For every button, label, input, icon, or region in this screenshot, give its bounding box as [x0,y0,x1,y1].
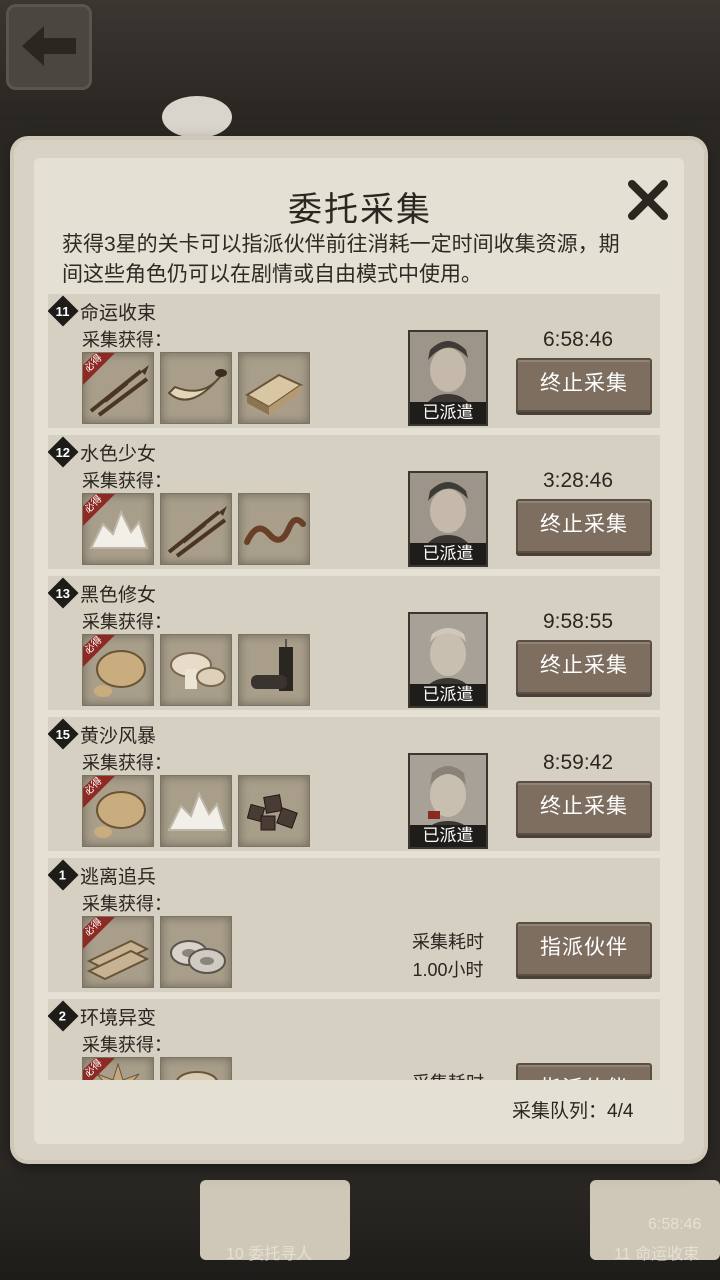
gather-timer: 6:58:46 [542,328,614,351]
dispatched-status: 已派遣 [410,684,486,706]
assign-companion-button[interactable]: 指派伙伴 [516,922,652,976]
bottom-left-text: 委托寻人 [248,1246,313,1263]
gather-timer: 3:28:46 [542,469,614,492]
companion-portrait[interactable]: 已派遣 [408,753,488,849]
dispatched-status: 已派遣 [410,543,486,565]
list-item: 2 环境异变 采集获得： 必得 采集耗时 指派伙伴 [48,999,660,1080]
reward-items: 必得 [82,634,310,706]
back-button[interactable] [6,4,92,90]
stage-number-badge: 2 [48,1000,79,1032]
bottom-card-right-label: 11 命运收束 [614,1240,699,1264]
stage-name: 环境异变 [80,1007,157,1029]
salt-crystal-icon[interactable]: 必得 [82,493,154,565]
dispatched-status: 已派遣 [410,402,486,424]
stage-header: 11 命运收束 [48,295,157,327]
list-item: 13 黑色修女 采集获得： 必得 已派遣 9:58:55 终止采集 [48,576,660,710]
list-item: 11 命运收束 采集获得： 必得 已派遣 6:58:46 终止采集 [48,294,660,428]
bottom-right-text: 命运收束 [635,1246,700,1263]
gather-queue-count: 采集队列：4/4 [512,1101,634,1122]
salt-crystal-icon[interactable] [160,775,232,847]
stage-number-badge: 11 [48,295,79,327]
list-item: 1 逃离追兵 采集获得： 必得 采集耗时 1.00小时 指派伙伴 [48,858,660,992]
stone-ore-icon[interactable]: 必得 [82,634,154,706]
stage-number-badge: 12 [48,436,79,468]
stage-name: 黑色修女 [80,584,157,606]
gather-duration-value: 1.00小时 [412,960,484,980]
bottom-right-time: 6:58:46 [648,1216,702,1233]
close-button[interactable] [624,176,672,224]
horn-icon[interactable] [160,352,232,424]
unknown-item-icon[interactable] [160,1057,232,1080]
companion-portrait[interactable]: 已派遣 [408,471,488,567]
pin-decoration [162,96,232,138]
gather-duration-label: 采集耗时 [412,932,484,952]
arrows-icon[interactable] [160,493,232,565]
bottom-card-left-label: 10 委托寻人 [226,1240,312,1264]
tape-roll-icon[interactable] [160,916,232,988]
gather-timer: 8:59:42 [542,751,614,774]
reward-items: 必得 [82,1057,232,1080]
gather-label: 采集获得： [82,753,172,773]
reward-items: 必得 [82,493,310,565]
gather-duration-label: 采集耗时 [392,1069,504,1080]
companion-portrait[interactable]: 已派遣 [408,330,488,426]
stop-gathering-button[interactable]: 终止采集 [516,640,652,694]
reward-items: 必得 [82,916,232,988]
stage-header: 13 黑色修女 [48,577,157,609]
assign-companion-button[interactable]: 指派伙伴 [516,1063,652,1080]
worm-icon[interactable] [238,493,310,565]
dispatched-status: 已派遣 [410,825,486,847]
stage-header: 1 逃离追兵 [48,859,157,891]
stop-gathering-button[interactable]: 终止采集 [516,499,652,553]
gather-duration: 采集耗时 [392,1069,504,1080]
stage-name: 黄沙风暴 [80,725,157,747]
stage-name: 命运收束 [80,302,157,324]
dispatch-list[interactable]: 11 命运收束 采集获得： 必得 已派遣 6:58:46 终止采集 12 水色少 [48,294,660,1080]
top-bar-background [0,0,720,120]
plant-icon[interactable]: 必得 [82,1057,154,1080]
stone-ore-icon[interactable]: 必得 [82,775,154,847]
dialog-description: 获得3星的关卡可以指派伙伴前往消耗一定时间收集资源，期间这些角色仍可以在剧情或自… [62,233,620,286]
candle-icon[interactable] [238,634,310,706]
stage-number-badge: 13 [48,577,79,609]
gather-label: 采集获得： [82,330,172,350]
gather-duration: 采集耗时 1.00小时 [392,928,504,984]
metal-scrap-icon[interactable] [238,775,310,847]
wood-plank-icon[interactable] [238,352,310,424]
gather-label: 采集获得： [82,894,172,914]
reward-items: 必得 [82,775,310,847]
stop-gathering-button[interactable]: 终止采集 [516,781,652,835]
stage-name: 水色少女 [80,443,157,465]
list-item: 15 黄沙风暴 采集获得： 必得 已派遣 8:59:42 终止采集 [48,717,660,851]
companion-portrait[interactable]: 已派遣 [408,612,488,708]
bottom-right-num: 11 [614,1246,631,1263]
stage-name: 逃离追兵 [80,866,157,888]
back-arrow-icon [22,26,76,66]
arrows-icon[interactable]: 必得 [82,352,154,424]
timber-icon[interactable]: 必得 [82,916,154,988]
stage-header: 15 黄沙风暴 [48,718,157,750]
gather-timer: 9:58:55 [542,610,614,633]
stage-number-badge: 1 [48,859,79,891]
gather-label: 采集获得： [82,471,172,491]
stage-header: 12 水色少女 [48,436,157,468]
mushroom-icon[interactable] [160,634,232,706]
stage-header: 2 环境异变 [48,1000,157,1032]
close-icon [628,180,668,220]
list-item: 12 水色少女 采集获得： 必得 已派遣 3:28:46 终止采集 [48,435,660,569]
stop-gathering-button[interactable]: 终止采集 [516,358,652,412]
stage-number-badge: 15 [48,718,79,750]
dialog-title: 委托采集 [288,191,432,229]
gather-label: 采集获得： [82,1035,172,1055]
reward-items: 必得 [82,352,310,424]
bottom-left-num: 10 [226,1246,244,1263]
gather-label: 采集获得： [82,612,172,632]
